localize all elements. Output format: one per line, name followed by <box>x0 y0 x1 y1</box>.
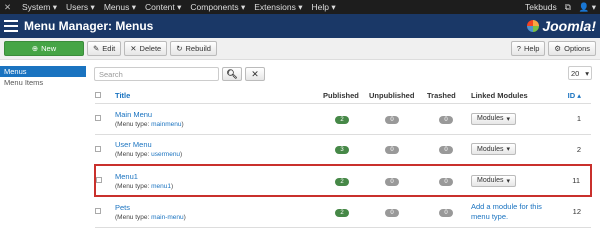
trashed-badge[interactable]: 0 <box>439 115 453 124</box>
site-name[interactable]: Tekbuds <box>525 2 557 12</box>
user-menu[interactable]: 👤 ▾ <box>579 2 596 13</box>
unpublished-badge[interactable]: 0 <box>385 115 399 124</box>
options-button[interactable]: ⚙ Options <box>548 41 596 56</box>
modules-dropdown-button[interactable]: Modules ▾ <box>471 112 516 125</box>
column-trashed: Trashed <box>427 88 471 104</box>
admin-menubar: ✕ System ▾ Users ▾ Menus ▾ Content ▾ Com… <box>0 0 600 14</box>
table-row-highlighted: Menu1 (Menu type: menu1) 2 0 0 Modules ▾… <box>94 164 592 197</box>
toolbar: ⊕ New ✎ Edit ✕ Delete ↻ Rebuild ? Help ⚙… <box>0 38 600 60</box>
menu-title-link[interactable]: User Menu <box>115 140 323 149</box>
menu-type-link[interactable]: usermenu <box>151 151 180 158</box>
modules-dropdown-button[interactable]: Modules ▾ <box>471 143 516 156</box>
help-icon: ? <box>516 44 521 53</box>
list-icon <box>4 20 18 32</box>
row-id: 11 <box>561 164 592 197</box>
sidebar-item-menu-items[interactable]: Menu Items <box>0 77 86 88</box>
menu-type-link[interactable]: mainmenu <box>151 121 181 128</box>
trashed-badge[interactable]: 0 <box>439 146 453 155</box>
menu-system[interactable]: System ▾ <box>22 2 57 13</box>
main-content: Search 🔍︎ ✕ 20 ▾ Title Published Unpublis… <box>86 60 600 228</box>
published-badge[interactable]: 2 <box>335 208 349 217</box>
search-button[interactable]: 🔍︎ <box>222 67 242 81</box>
menu-components[interactable]: Components ▾ <box>190 2 245 13</box>
column-id[interactable]: ID ▴ <box>561 88 591 104</box>
select-all-checkbox[interactable] <box>95 91 101 98</box>
rebuild-button[interactable]: ↻ Rebuild <box>170 41 217 56</box>
published-badge[interactable]: 3 <box>335 146 349 155</box>
unpublished-badge[interactable]: 0 <box>385 146 399 155</box>
add-module-link[interactable]: Add a module for this menu type. <box>471 202 561 222</box>
help-button[interactable]: ? Help <box>510 41 546 56</box>
clear-search-button[interactable]: ✕ <box>245 67 265 81</box>
column-linked-modules: Linked Modules <box>471 88 561 104</box>
chevron-down-icon: ▾ <box>585 68 589 78</box>
table-row: User Menu (Menu type: usermenu) 3 0 0 Mo… <box>95 134 591 166</box>
search-input[interactable]: Search <box>94 67 219 81</box>
row-checkbox[interactable] <box>95 208 101 215</box>
edit-button[interactable]: ✎ Edit <box>87 41 122 56</box>
edit-icon: ✎ <box>93 44 100 53</box>
admin-menu: System ▾ Users ▾ Menus ▾ Content ▾ Compo… <box>22 2 336 13</box>
modules-dropdown-button[interactable]: Modules ▾ <box>471 174 516 187</box>
menu-help[interactable]: Help ▾ <box>311 2 335 13</box>
menu-content[interactable]: Content ▾ <box>145 2 181 13</box>
delete-button[interactable]: ✕ Delete <box>124 41 168 56</box>
menu-type-link[interactable]: main-menu <box>151 214 184 221</box>
published-badge[interactable]: 2 <box>335 115 349 124</box>
menu-extensions[interactable]: Extensions ▾ <box>254 2 302 13</box>
row-checkbox[interactable] <box>96 177 102 183</box>
menu-menus[interactable]: Menus ▾ <box>104 2 136 13</box>
gear-icon: ⚙ <box>554 44 562 53</box>
column-title[interactable]: Title <box>115 88 323 104</box>
menu-type-link[interactable]: menu1 <box>151 183 171 190</box>
joomla-logo-icon[interactable]: ✕ <box>4 2 14 13</box>
sidebar: Menus Menu Items <box>0 60 86 228</box>
row-id: 2 <box>561 134 591 166</box>
refresh-icon: ↻ <box>176 44 183 53</box>
row-checkbox[interactable] <box>95 145 101 152</box>
menu-title-link[interactable]: Pets <box>115 203 323 212</box>
joomla-logo-mark-icon <box>527 20 540 32</box>
menus-table: Title Published Unpublished Trashed Link… <box>94 88 592 228</box>
row-id: 1 <box>561 103 591 135</box>
table-row: Pets (Menu type: main-menu) 2 0 0 Add a … <box>95 196 591 228</box>
plus-icon: ⊕ <box>31 44 39 53</box>
column-unpublished: Unpublished <box>369 88 427 104</box>
external-link-icon[interactable]: ⧉ <box>565 2 571 13</box>
unpublished-badge[interactable]: 0 <box>385 208 399 217</box>
unpublished-badge[interactable]: 0 <box>385 177 399 186</box>
menu-title-link[interactable]: Menu1 <box>115 172 323 181</box>
page-title: Menu Manager: Menus <box>24 19 154 33</box>
brand-text: Joomla! <box>542 18 596 34</box>
row-id: 12 <box>561 196 591 228</box>
search-icon: 🔍︎ <box>226 68 238 79</box>
published-badge[interactable]: 2 <box>335 177 349 186</box>
trashed-badge[interactable]: 0 <box>439 177 453 186</box>
joomla-brand: Joomla! <box>527 18 596 34</box>
menu-users[interactable]: Users ▾ <box>66 2 95 13</box>
title-bar: Menu Manager: Menus Joomla! <box>0 14 600 38</box>
sidebar-item-menus[interactable]: Menus <box>0 66 86 77</box>
menu-title-link[interactable]: Main Menu <box>115 110 323 119</box>
row-checkbox[interactable] <box>95 115 101 121</box>
new-button[interactable]: ⊕ New <box>4 41 84 56</box>
delete-icon: ✕ <box>130 44 137 53</box>
list-limit-select[interactable]: 20 ▾ <box>568 66 592 80</box>
trashed-badge[interactable]: 0 <box>439 208 453 217</box>
close-icon: ✕ <box>251 68 259 79</box>
column-published: Published <box>323 88 369 104</box>
table-row: Main Menu (Menu type: mainmenu) 2 0 0 Mo… <box>95 103 591 135</box>
